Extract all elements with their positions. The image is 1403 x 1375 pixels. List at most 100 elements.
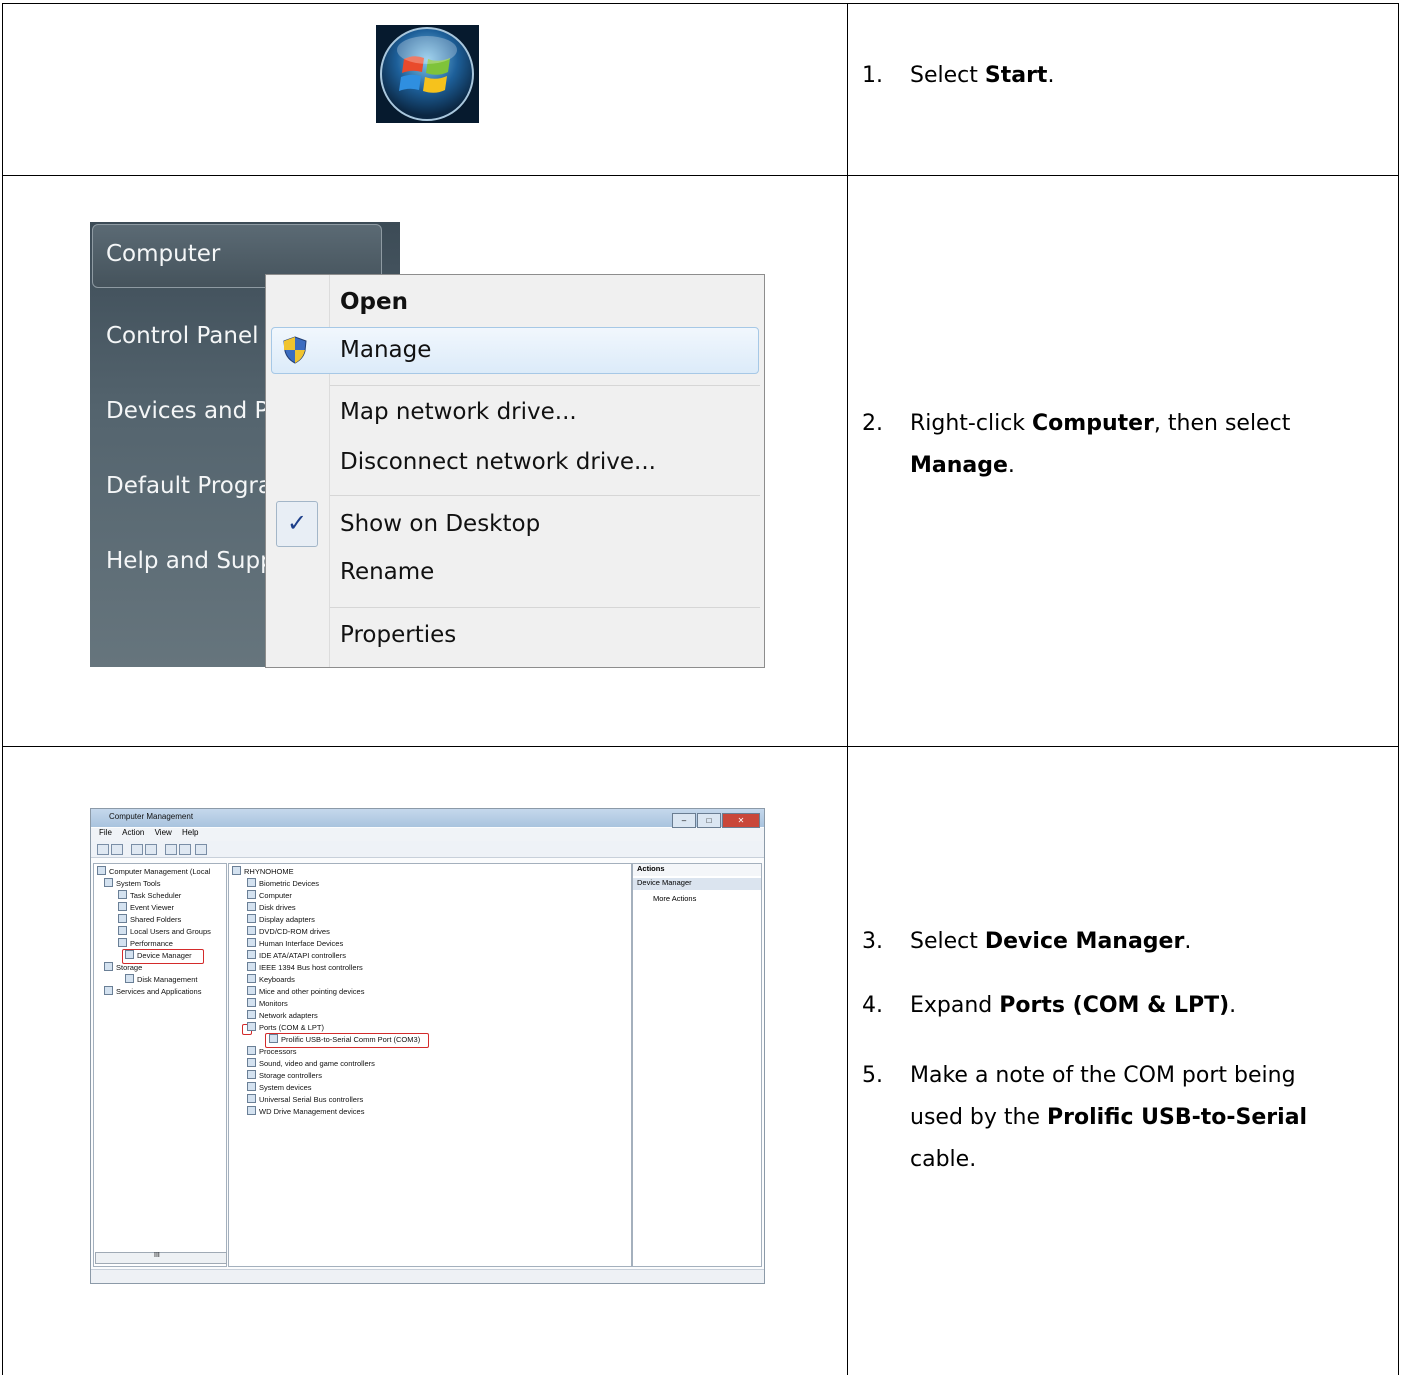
tree-item[interactable]: Event Viewer [118,902,174,914]
window-title: Computer Management [109,812,194,821]
start-menu-item[interactable]: Devices and P [106,398,268,424]
actions-device-manager[interactable]: Device Manager [633,878,761,890]
disk-icon [125,974,134,983]
step-text: Select Device Manager. [910,929,1192,954]
clock-icon [118,890,127,899]
maximize-icon[interactable]: □ [697,813,721,828]
device-category[interactable]: Keyboards [247,974,295,986]
device-category[interactable]: Human Interface Devices [247,938,343,950]
tree-item[interactable]: Services and Applications [104,986,201,998]
start-menu-item[interactable]: Help and Supp [106,548,275,574]
minimize-icon[interactable]: – [672,813,696,828]
keyboard-icon [247,974,256,983]
menu-bar: File Action View Help [91,828,764,841]
event-viewer-icon [118,902,127,911]
step-number: 5. [862,1063,883,1088]
tree-item[interactable]: Local Users and Groups [118,926,211,938]
mouse-icon [247,986,256,995]
actions-more[interactable]: More Actions [653,894,696,903]
port-icon [269,1034,278,1043]
menu-view[interactable]: View [155,828,172,837]
tree-item[interactable]: System Tools [104,878,160,890]
context-menu-properties[interactable]: Properties [340,622,456,648]
device-category[interactable]: Universal Serial Bus controllers [247,1094,363,1106]
scan-hardware-icon[interactable] [195,844,207,855]
context-menu-separator [330,385,760,386]
context-menu-disconnect-drive[interactable]: Disconnect network drive... [340,449,656,475]
back-icon[interactable] [97,844,109,855]
computer-icon [232,866,241,875]
tree-item[interactable]: Shared Folders [118,914,181,926]
shared-folder-icon [118,914,127,923]
step-text: Make a note of the COM port being used b… [910,1063,1308,1172]
window-controls: – □ ✕ [671,810,760,828]
close-icon[interactable]: ✕ [722,813,760,828]
computer-management-window: Computer Management – □ ✕ File Action View… [90,808,765,1284]
menu-action[interactable]: Action [122,828,144,837]
wd-drive-icon [247,1106,256,1115]
start-menu-item[interactable]: Control Panel [106,323,259,349]
device-category[interactable]: WD Drive Management devices [247,1106,364,1118]
forward-icon[interactable] [111,844,123,855]
table-border-top [2,3,1399,4]
table-row-divider-2 [2,746,1399,747]
start-orb-image [376,25,479,123]
start-menu-item[interactable]: Default Progra [106,473,272,499]
device-category[interactable]: DVD/CD-ROM drives [247,926,330,938]
show-tree-icon[interactable] [145,844,157,855]
help-icon[interactable] [165,844,177,855]
table-border-right [1398,3,1399,1375]
uac-shield-icon [283,336,307,364]
context-menu-show-on-desktop[interactable]: Show on Desktop [340,511,540,537]
device-category[interactable]: Processors [247,1046,297,1058]
device-category[interactable]: Computer [247,890,292,902]
tree-item[interactable]: Task Scheduler [118,890,181,902]
toolbar [91,841,764,858]
up-folder-icon[interactable] [131,844,143,855]
device-category[interactable]: Sound, video and game controllers [247,1058,375,1070]
dvd-drive-icon [247,926,256,935]
device-category[interactable]: Mice and other pointing devices [247,986,364,998]
port-icon [247,1022,256,1031]
device-category[interactable]: Storage controllers [247,1070,322,1082]
device-category[interactable]: System devices [247,1082,312,1094]
actions-header: Actions [633,864,761,876]
windows-start-orb-icon [380,27,474,121]
storage-controller-icon [247,1070,256,1079]
services-icon [104,986,113,995]
device-category[interactable]: Display adapters [247,914,315,926]
context-menu-separator [330,495,760,496]
table-column-divider [847,3,848,1375]
menu-file[interactable]: File [99,828,112,837]
device-prolific-port[interactable]: Prolific USB-to-Serial Comm Port (COM3) [269,1034,420,1046]
device-category[interactable]: Biometric Devices [247,878,319,890]
device-category[interactable]: Disk drives [247,902,296,914]
display-adapter-icon [247,914,256,923]
step-text: Right-click Computer, then select Manage… [910,411,1291,478]
context-menu-open[interactable]: Open [340,289,408,315]
start-menu-item[interactable]: Computer [106,241,220,267]
step-text: Select Start. [910,63,1055,88]
scrollbar-grip[interactable]: III [154,1252,160,1259]
device-category[interactable]: Monitors [247,998,288,1010]
context-menu-map-drive[interactable]: Map network drive... [340,399,577,425]
step-number: 1. [862,63,883,88]
network-adapter-icon [247,1010,256,1019]
properties-icon[interactable] [179,844,191,855]
step-text: Expand Ports (COM & LPT). [910,993,1237,1018]
computer-icon [247,890,256,899]
storage-icon [104,962,113,971]
context-menu-manage[interactable]: Manage [340,337,431,363]
device-category[interactable]: Network adapters [247,1010,318,1022]
horizontal-scrollbar[interactable]: III [95,1252,227,1264]
device-category[interactable]: IEEE 1394 Bus host controllers [247,962,363,974]
device-category[interactable]: IDE ATA/ATAPI controllers [247,950,346,962]
menu-help[interactable]: Help [182,828,198,837]
device-root[interactable]: RHYNOHOME [232,866,294,878]
actions-pane: Actions Device Manager More Actions [632,863,762,1267]
context-menu-rename[interactable]: Rename [340,559,434,585]
tree-item[interactable]: Disk Management [125,974,197,986]
checkmark-icon: ✓ [276,501,318,547]
tree-item[interactable]: Storage [104,962,142,974]
tree-item[interactable]: Computer Management (Local [97,866,210,878]
